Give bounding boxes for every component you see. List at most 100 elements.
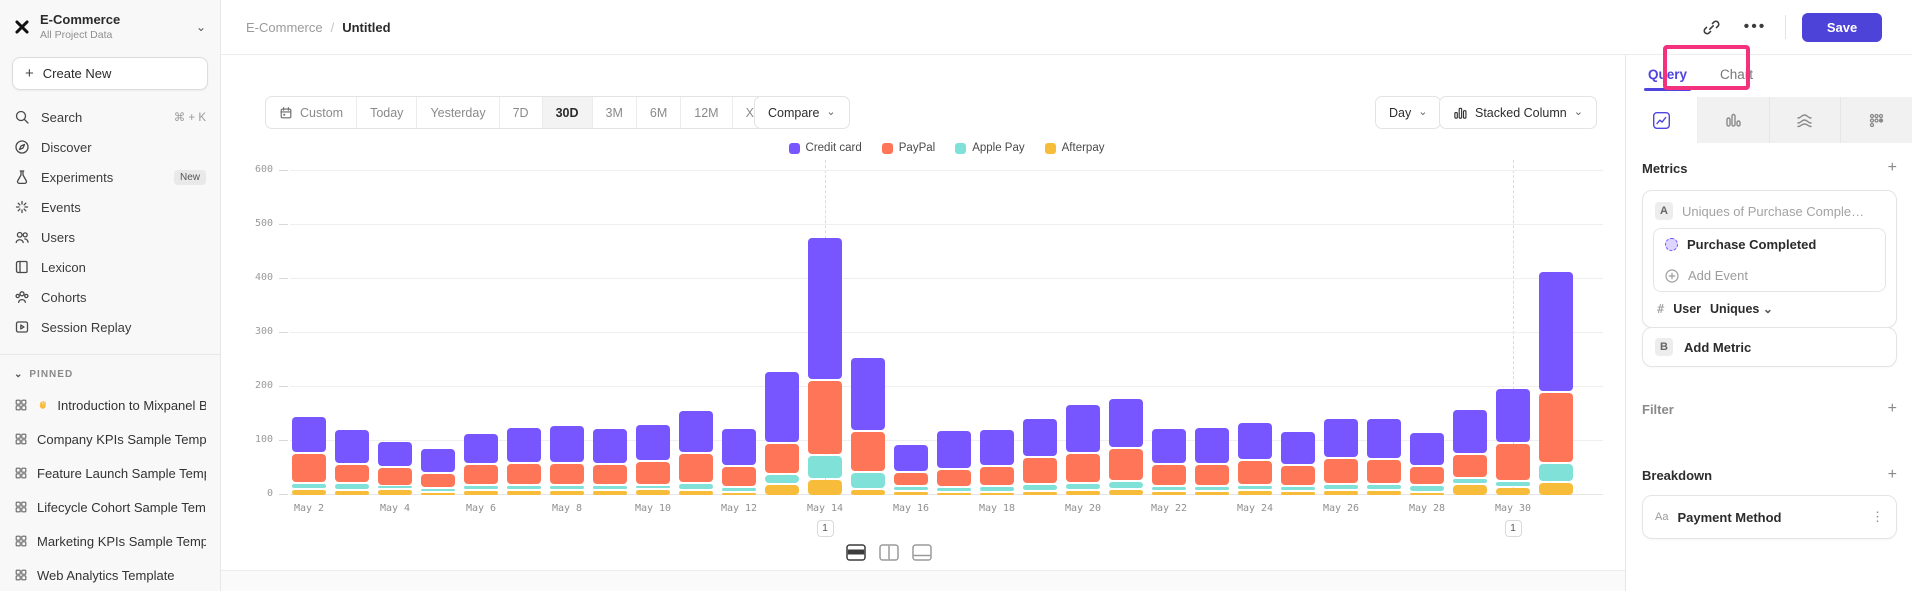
bar-segment-paypal[interactable] bbox=[1281, 466, 1315, 486]
bar-segment-paypal[interactable] bbox=[1453, 455, 1487, 477]
date-range-6m[interactable]: 6M bbox=[637, 97, 681, 128]
bar-segment-apple-pay[interactable] bbox=[593, 486, 627, 488]
add-breakdown-plus-icon[interactable]: + bbox=[1888, 466, 1897, 484]
bar-segment-credit-card[interactable] bbox=[894, 445, 928, 471]
bar-segment-paypal[interactable] bbox=[421, 474, 455, 487]
bar-segment-afterpay[interactable] bbox=[421, 493, 455, 495]
bar-segment-afterpay[interactable] bbox=[1539, 483, 1573, 495]
bar-segment-afterpay[interactable] bbox=[550, 491, 584, 495]
legend-item-afterpay[interactable]: Afterpay bbox=[1045, 142, 1105, 154]
bar-segment-apple-pay[interactable] bbox=[1281, 487, 1315, 489]
bar-segment-afterpay[interactable] bbox=[851, 490, 885, 495]
bar-segment-apple-pay[interactable] bbox=[851, 473, 885, 488]
bar-segment-credit-card[interactable] bbox=[550, 426, 584, 461]
bar-segment-paypal[interactable] bbox=[722, 467, 756, 487]
bar-segment-apple-pay[interactable] bbox=[679, 484, 713, 489]
bar-segment-credit-card[interactable] bbox=[421, 449, 455, 472]
measure-entity[interactable]: User bbox=[1673, 302, 1701, 316]
more-options-button[interactable]: ••• bbox=[1741, 13, 1769, 41]
add-filter-plus-icon[interactable]: + bbox=[1888, 400, 1897, 418]
bar-segment-paypal[interactable] bbox=[1109, 449, 1143, 480]
bar-segment-apple-pay[interactable] bbox=[722, 488, 756, 490]
bar-segment-afterpay[interactable] bbox=[722, 493, 756, 495]
bar-segment-credit-card[interactable] bbox=[1324, 419, 1358, 457]
date-range-custom[interactable]: Custom bbox=[266, 97, 357, 128]
pinned-board-item[interactable]: Company KPIs Sample Template bbox=[0, 422, 220, 456]
bar-segment-apple-pay[interactable] bbox=[464, 486, 498, 489]
bar-segment-credit-card[interactable] bbox=[464, 434, 498, 463]
bar-segment-apple-pay[interactable] bbox=[1453, 479, 1487, 483]
bar-segment-afterpay[interactable] bbox=[1066, 491, 1100, 495]
event-row-purchase-completed[interactable]: Purchase Completed bbox=[1654, 229, 1885, 260]
report-type-insights[interactable] bbox=[1626, 97, 1698, 143]
tab-chart[interactable]: Chart bbox=[1720, 55, 1753, 93]
legend-item-apple-pay[interactable]: Apple Pay bbox=[955, 142, 1024, 154]
bar-segment-apple-pay[interactable] bbox=[894, 487, 928, 489]
bar-segment-apple-pay[interactable] bbox=[1238, 486, 1272, 488]
bar-segment-credit-card[interactable] bbox=[1066, 405, 1100, 452]
bar-segment-paypal[interactable] bbox=[550, 464, 584, 484]
bar-segment-afterpay[interactable] bbox=[808, 480, 842, 495]
pinned-board-item[interactable]: Web Analytics Template bbox=[0, 558, 220, 592]
bar-segment-apple-pay[interactable] bbox=[378, 486, 412, 488]
layout-horizontal-split-button[interactable] bbox=[844, 541, 868, 563]
bar-segment-paypal[interactable] bbox=[679, 454, 713, 481]
bar-segment-credit-card[interactable] bbox=[1023, 419, 1057, 456]
legend-item-paypal[interactable]: PayPal bbox=[882, 142, 935, 154]
granularity-dropdown[interactable]: Day ⌄ bbox=[1375, 96, 1441, 129]
bar-segment-paypal[interactable] bbox=[1539, 393, 1573, 462]
bar-segment-paypal[interactable] bbox=[1324, 459, 1358, 483]
bar-segment-credit-card[interactable] bbox=[1281, 432, 1315, 463]
bar-segment-credit-card[interactable] bbox=[507, 428, 541, 462]
bar-segment-credit-card[interactable] bbox=[378, 442, 412, 466]
date-range-7d[interactable]: 7D bbox=[500, 97, 543, 128]
breakdown-card[interactable]: Aa Payment Method ⋮ bbox=[1642, 495, 1897, 539]
bar-segment-apple-pay[interactable] bbox=[1195, 487, 1229, 489]
bar-segment-afterpay[interactable] bbox=[1109, 490, 1143, 495]
report-type-retention[interactable] bbox=[1841, 97, 1912, 143]
layout-bottom-panel-button[interactable] bbox=[910, 541, 934, 563]
bar-segment-afterpay[interactable] bbox=[1453, 485, 1487, 495]
bar-segment-apple-pay[interactable] bbox=[636, 486, 670, 488]
bar-segment-credit-card[interactable] bbox=[1238, 423, 1272, 459]
bar-segment-afterpay[interactable] bbox=[1195, 492, 1229, 495]
bar-segment-paypal[interactable] bbox=[1152, 465, 1186, 486]
bar-segment-afterpay[interactable] bbox=[335, 491, 369, 495]
bar-segment-paypal[interactable] bbox=[1066, 454, 1100, 482]
add-metric-plus-icon[interactable]: + bbox=[1888, 159, 1897, 177]
sidebar-item-users[interactable]: Users bbox=[0, 222, 220, 252]
report-type-funnels[interactable] bbox=[1698, 97, 1770, 143]
kebab-menu-icon[interactable]: ⋮ bbox=[1871, 509, 1884, 525]
bar-segment-afterpay[interactable] bbox=[1496, 488, 1530, 495]
bar-segment-afterpay[interactable] bbox=[1367, 491, 1401, 495]
date-range-yesterday[interactable]: Yesterday bbox=[417, 97, 499, 128]
sidebar-item-cohorts[interactable]: Cohorts bbox=[0, 282, 220, 312]
bar-segment-afterpay[interactable] bbox=[1324, 491, 1358, 495]
bar-segment-credit-card[interactable] bbox=[1152, 429, 1186, 463]
bar-segment-apple-pay[interactable] bbox=[335, 484, 369, 489]
bar-segment-credit-card[interactable] bbox=[1410, 433, 1444, 464]
bar-segment-credit-card[interactable] bbox=[808, 238, 842, 379]
bar-segment-afterpay[interactable] bbox=[679, 491, 713, 495]
sidebar-item-events[interactable]: Events bbox=[0, 192, 220, 222]
bar-segment-apple-pay[interactable] bbox=[765, 475, 799, 483]
bar-segment-afterpay[interactable] bbox=[507, 491, 541, 495]
bar-segment-afterpay[interactable] bbox=[378, 490, 412, 495]
bar-segment-afterpay[interactable] bbox=[292, 490, 326, 495]
date-range-30d[interactable]: 30D bbox=[543, 97, 593, 128]
pinned-board-item[interactable]: Feature Launch Sample Template bbox=[0, 456, 220, 490]
bar-segment-apple-pay[interactable] bbox=[1410, 486, 1444, 490]
add-event-row[interactable]: Add Event bbox=[1654, 260, 1885, 291]
sidebar-item-search[interactable]: Search⌘ + K bbox=[0, 102, 220, 132]
bar-segment-apple-pay[interactable] bbox=[550, 486, 584, 489]
bar-segment-apple-pay[interactable] bbox=[421, 489, 455, 491]
bar-segment-afterpay[interactable] bbox=[464, 491, 498, 495]
date-range-today[interactable]: Today bbox=[357, 97, 417, 128]
bar-segment-apple-pay[interactable] bbox=[1023, 485, 1057, 489]
bar-segment-apple-pay[interactable] bbox=[1367, 485, 1401, 488]
pinned-board-item[interactable]: Marketing KPIs Sample Template bbox=[0, 524, 220, 558]
measure-type-dropdown[interactable]: Uniques ⌄ bbox=[1710, 302, 1773, 316]
bar-segment-paypal[interactable] bbox=[1023, 458, 1057, 483]
bar-segment-apple-pay[interactable] bbox=[1496, 482, 1530, 486]
compare-button[interactable]: Compare ⌄ bbox=[754, 96, 850, 129]
